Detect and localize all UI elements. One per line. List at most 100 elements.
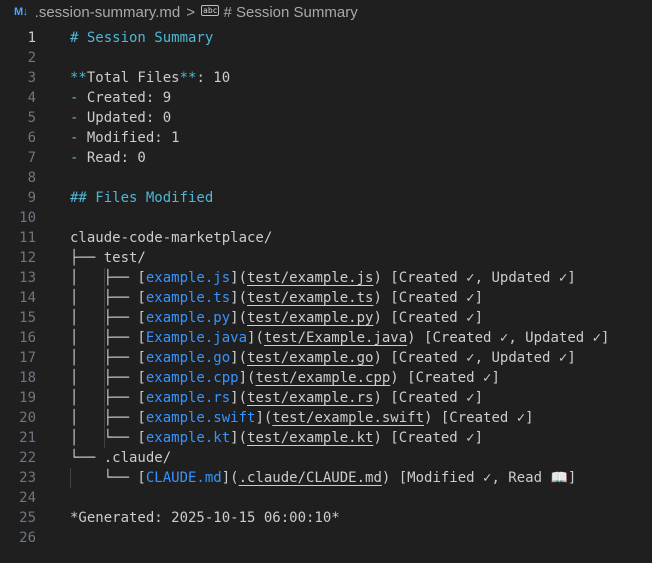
editor-line[interactable]: 18 │ ├── [example.cpp](test/example.cpp) … bbox=[0, 368, 652, 388]
code-token: *Generated: 2025-10-15 06:00:10* bbox=[70, 510, 340, 526]
line-number: 12 bbox=[19, 250, 36, 266]
line-content[interactable]: - Created: 9 bbox=[36, 90, 171, 106]
breadcrumb-symbol[interactable]: # Session Summary bbox=[223, 4, 357, 21]
editor-line[interactable]: 4- Created: 9 bbox=[0, 88, 652, 108]
editor-line[interactable]: 17 │ ├── [example.go](test/example.go) [C… bbox=[0, 348, 652, 368]
line-number: 13 bbox=[19, 270, 36, 286]
editor-line[interactable]: 3 **Total Files**: 10 bbox=[0, 68, 652, 88]
editor[interactable]: 1 # Session Summary 2 3 **Total Files**: 10 4… bbox=[0, 24, 652, 548]
code-token: └── .claude/ bbox=[70, 450, 172, 466]
line-number: 15 bbox=[19, 310, 36, 326]
code-token: - bbox=[70, 130, 87, 146]
link-text: example.py bbox=[145, 310, 231, 326]
link-url[interactable]: test/example.ts bbox=[247, 290, 373, 306]
link-url[interactable]: test/example.go bbox=[247, 350, 373, 366]
code-token: ) [Created ✓] bbox=[390, 370, 500, 386]
line-number: 11 bbox=[19, 230, 36, 246]
link-text: example.js bbox=[145, 270, 231, 286]
line-number: 6 bbox=[27, 130, 36, 146]
editor-line[interactable]: 25 *Generated: 2025-10-15 06:00:10* bbox=[0, 508, 652, 528]
line-content[interactable]: │ ├── [example.js](test/example.js) [Cre… bbox=[36, 270, 576, 286]
editor-line[interactable]: 11 claude-code-marketplace/ bbox=[0, 228, 652, 248]
line-content[interactable]: └── [CLAUDE.md](.claude/CLAUDE.md) [Modi… bbox=[36, 470, 577, 486]
editor-line[interactable]: 24 bbox=[0, 488, 652, 508]
editor-line[interactable]: 5- Updated: 0 bbox=[0, 108, 652, 128]
editor-line[interactable]: 13 │ ├── [example.js](test/example.js) [C… bbox=[0, 268, 652, 288]
line-content[interactable]: - Modified: 1 bbox=[36, 130, 180, 146]
code-token: │ ├── [ bbox=[70, 270, 146, 286]
line-content[interactable]: *Generated: 2025-10-15 06:00:10* bbox=[36, 510, 340, 526]
code-token: ) [Created ✓] bbox=[373, 310, 484, 326]
link-text: Example.java bbox=[145, 330, 248, 346]
line-content[interactable]: - Updated: 0 bbox=[36, 110, 171, 126]
line-content[interactable]: │ ├── [example.swift](test/example.swift… bbox=[36, 410, 534, 426]
code-token: │ ├── [ bbox=[70, 350, 146, 366]
code-token: ) [Created ✓, Updated ✓] bbox=[373, 350, 576, 366]
code-token: ** bbox=[70, 70, 87, 86]
code-token: ) [Created ✓] bbox=[373, 430, 484, 446]
code-token: ]( bbox=[230, 290, 248, 306]
editor-line[interactable]: 1 # Session Summary bbox=[0, 28, 652, 48]
editor-line[interactable]: 12 ├── test/ bbox=[0, 248, 652, 268]
code-token: └── [ bbox=[70, 470, 146, 486]
link-url[interactable]: test/example.rs bbox=[247, 390, 373, 406]
editor-line[interactable]: 6- Modified: 1 bbox=[0, 128, 652, 148]
line-content[interactable]: │ ├── [example.cpp](test/example.cpp) [C… bbox=[36, 370, 500, 386]
line-content[interactable]: │ ├── [example.go](test/example.go) [Cre… bbox=[36, 350, 576, 366]
breadcrumb-file[interactable]: .session-summary.md bbox=[35, 4, 181, 21]
line-number: 14 bbox=[19, 290, 36, 306]
line-number: 21 bbox=[19, 430, 36, 446]
link-url[interactable]: test/example.py bbox=[247, 310, 373, 326]
code-token: : 10 bbox=[196, 70, 231, 86]
line-number: 16 bbox=[19, 330, 36, 346]
editor-line[interactable]: 14 │ ├── [example.ts](test/example.ts) [C… bbox=[0, 288, 652, 308]
line-content[interactable]: │ ├── [Example.java](test/Example.java) … bbox=[36, 330, 609, 346]
line-content[interactable]: - Read: 0 bbox=[36, 150, 146, 166]
code-token: ]( bbox=[221, 470, 239, 486]
line-content[interactable]: └── .claude/ bbox=[36, 450, 171, 466]
editor-line[interactable]: 22 └── .claude/ bbox=[0, 448, 652, 468]
code-token: ]( bbox=[230, 390, 248, 406]
link-text: example.kt bbox=[145, 430, 231, 446]
link-url[interactable]: test/example.swift bbox=[272, 410, 424, 426]
editor-line[interactable]: 8 bbox=[0, 168, 652, 188]
link-url[interactable]: .claude/CLAUDE.md bbox=[239, 470, 382, 486]
editor-line[interactable]: 2 bbox=[0, 48, 652, 68]
editor-line[interactable]: 26 bbox=[0, 528, 652, 548]
code-token: │ └── [ bbox=[70, 430, 146, 446]
line-number: 18 bbox=[19, 370, 36, 386]
editor-line[interactable]: 21 │ └── [example.kt](test/example.kt) [C… bbox=[0, 428, 652, 448]
code-token: - bbox=[70, 110, 87, 126]
editor-line[interactable]: 20 │ ├── [example.swift](test/example.swi… bbox=[0, 408, 652, 428]
editor-line[interactable]: 7- Read: 0 bbox=[0, 148, 652, 168]
editor-line[interactable]: 23 └── [CLAUDE.md](.claude/CLAUDE.md) [M… bbox=[0, 468, 652, 488]
line-content[interactable]: claude-code-marketplace/ bbox=[36, 230, 272, 246]
link-url[interactable]: test/example.js bbox=[247, 270, 373, 286]
markdown-heading: # Session Summary bbox=[70, 30, 214, 46]
editor-line[interactable]: 15 │ ├── [example.py](test/example.py) [C… bbox=[0, 308, 652, 328]
editor-line[interactable]: 10 bbox=[0, 208, 652, 228]
code-token: Total Files bbox=[86, 70, 180, 86]
line-content[interactable]: ├── test/ bbox=[36, 250, 146, 266]
link-url[interactable]: test/example.kt bbox=[247, 430, 373, 446]
markdown-heading: ## Files Modified bbox=[70, 190, 214, 206]
code-token: ** bbox=[179, 70, 197, 86]
code-token: │ ├── [ bbox=[70, 410, 146, 426]
line-content[interactable]: **Total Files**: 10 bbox=[36, 70, 230, 86]
code-token: │ ├── [ bbox=[70, 310, 146, 326]
line-number: 17 bbox=[19, 350, 36, 366]
link-text: CLAUDE.md bbox=[145, 470, 222, 486]
link-url[interactable]: test/example.cpp bbox=[255, 370, 390, 386]
line-number: 8 bbox=[27, 170, 36, 186]
editor-line[interactable]: 19 │ ├── [example.rs](test/example.rs) [C… bbox=[0, 388, 652, 408]
code-token: Modified: 1 bbox=[86, 130, 180, 146]
editor-line[interactable]: 9 ## Files Modified bbox=[0, 188, 652, 208]
link-url[interactable]: test/Example.java bbox=[264, 330, 407, 346]
code-token: │ ├── [ bbox=[70, 390, 146, 406]
line-content[interactable]: ## Files Modified bbox=[36, 190, 213, 206]
code-token: Read: 0 bbox=[86, 150, 146, 166]
markdown-file-icon: M↓ bbox=[14, 6, 28, 18]
line-content[interactable]: # Session Summary bbox=[36, 30, 213, 46]
editor-line[interactable]: 16 │ ├── [Example.java](test/Example.java… bbox=[0, 328, 652, 348]
code-token: Updated: 0 bbox=[86, 110, 172, 126]
